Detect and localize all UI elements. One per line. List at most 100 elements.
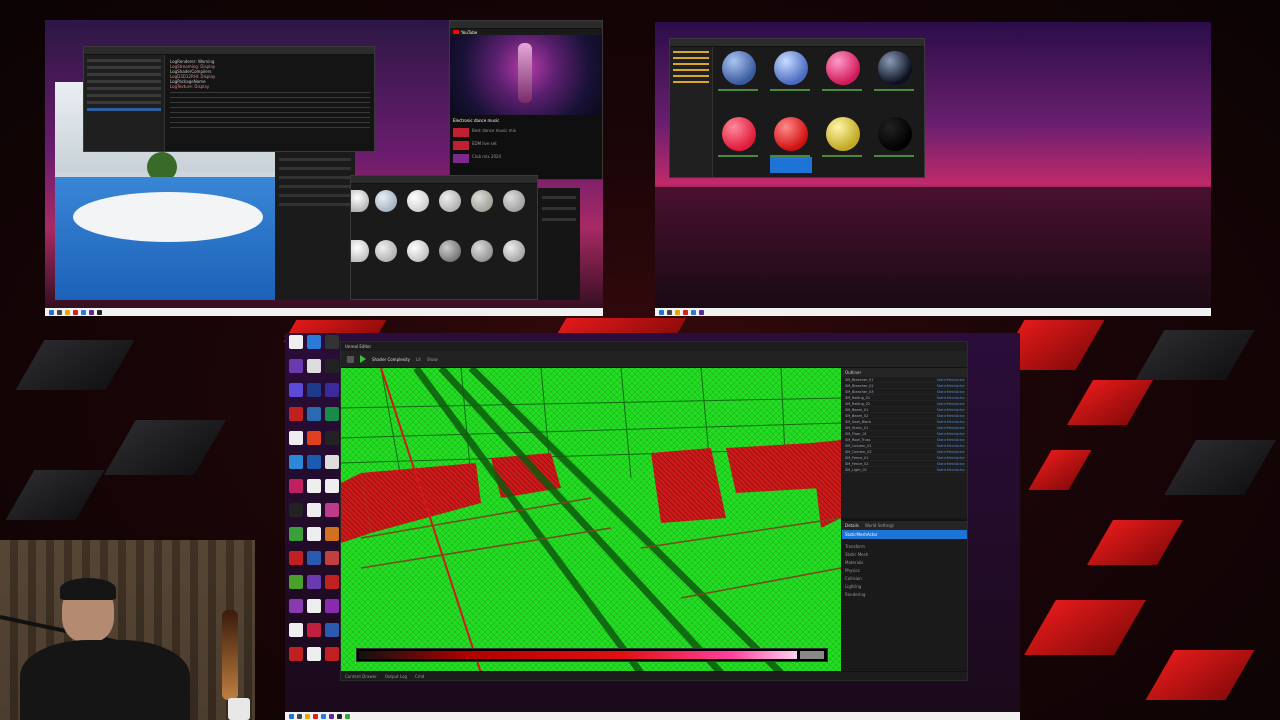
app-icon[interactable]: [691, 309, 696, 315]
output-log-button[interactable]: Output Log: [385, 674, 407, 679]
details-section[interactable]: Transform: [845, 544, 965, 549]
material-library-window[interactable]: [350, 175, 538, 300]
app-icon[interactable]: [73, 309, 78, 315]
file-icon[interactable]: [289, 335, 303, 349]
material-sphere[interactable]: [439, 190, 461, 212]
viewport[interactable]: [341, 368, 841, 673]
file-icon[interactable]: [307, 359, 321, 373]
search-icon[interactable]: [667, 309, 672, 315]
asset-sphere-yellow[interactable]: [826, 117, 860, 151]
app-icon[interactable]: [289, 359, 303, 373]
lit-dropdown[interactable]: Lit: [416, 357, 421, 362]
folder-icon[interactable]: [65, 309, 70, 315]
related-item[interactable]: Best dance music mix: [450, 126, 602, 139]
material-sphere[interactable]: [439, 240, 461, 262]
app-icon[interactable]: [325, 599, 339, 613]
material-sphere[interactable]: [351, 190, 369, 212]
file-icon[interactable]: [307, 527, 321, 541]
app-icon[interactable]: [325, 551, 339, 565]
browser-window[interactable]: YouTube Electronic dance music Best danc…: [449, 20, 603, 180]
folder-icon[interactable]: [305, 713, 310, 719]
play-icon[interactable]: [360, 355, 366, 363]
related-item[interactable]: EDM live set: [450, 139, 602, 152]
file-icon[interactable]: [289, 623, 303, 637]
material-sphere[interactable]: [503, 190, 525, 212]
material-sphere[interactable]: [503, 240, 525, 262]
app-icon[interactable]: [325, 623, 339, 637]
app-icon[interactable]: [289, 479, 303, 493]
details-section[interactable]: Physics: [845, 568, 965, 573]
material-sphere[interactable]: [407, 190, 429, 212]
details-section[interactable]: Rendering: [845, 592, 965, 597]
app-icon[interactable]: [325, 335, 339, 349]
file-icon[interactable]: [307, 647, 321, 661]
material-sphere[interactable]: [471, 190, 493, 212]
content-drawer-button[interactable]: Content Drawer: [345, 674, 377, 679]
app-icon[interactable]: [345, 713, 350, 719]
material-sphere[interactable]: [375, 240, 397, 262]
asset-sphere-blue[interactable]: [774, 51, 808, 85]
cmd-input[interactable]: Cmd: [415, 674, 424, 679]
outliner-row[interactable]: SM_Light_01 StaticMeshActor: [842, 467, 967, 473]
app-icon[interactable]: [313, 713, 318, 719]
file-icon[interactable]: [307, 479, 321, 493]
app-icon[interactable]: [325, 503, 339, 517]
app-icon[interactable]: [325, 575, 339, 589]
tab-details[interactable]: Details: [845, 523, 859, 528]
content-browser-window[interactable]: Content Browser: [669, 38, 925, 178]
app-icon[interactable]: [307, 383, 321, 397]
search-icon[interactable]: [57, 309, 62, 315]
app-icon[interactable]: [329, 713, 334, 719]
material-sphere[interactable]: [351, 240, 369, 262]
app-icon[interactable]: [683, 309, 688, 315]
start-icon[interactable]: [659, 309, 664, 315]
app-icon[interactable]: [307, 407, 321, 421]
unreal-icon[interactable]: [289, 503, 303, 517]
app-icon[interactable]: [307, 551, 321, 565]
folder-icon[interactable]: [675, 309, 680, 315]
view-mode-dropdown[interactable]: Shader Complexity: [372, 357, 410, 362]
app-icon[interactable]: [289, 407, 303, 421]
video-player[interactable]: [450, 35, 602, 115]
file-icon[interactable]: [325, 479, 339, 493]
app-icon[interactable]: [307, 575, 321, 589]
app-icon[interactable]: [325, 407, 339, 421]
app-icon[interactable]: [699, 309, 704, 315]
material-properties-window[interactable]: [275, 152, 355, 300]
app-icon[interactable]: [321, 713, 326, 719]
app-icon[interactable]: [307, 623, 321, 637]
file-icon[interactable]: [307, 503, 321, 517]
start-icon[interactable]: [49, 309, 54, 315]
file-icon[interactable]: [307, 599, 321, 613]
asset-sphere-red[interactable]: [722, 117, 756, 151]
app-icon[interactable]: [325, 359, 339, 373]
app-icon[interactable]: [307, 335, 321, 349]
details-section[interactable]: Materials: [845, 560, 965, 565]
unreal-icon[interactable]: [337, 713, 342, 719]
related-item[interactable]: Club mix 2024: [450, 152, 602, 165]
app-icon[interactable]: [97, 309, 102, 315]
details-section[interactable]: Static Mesh: [845, 552, 965, 557]
asset-sphere-red[interactable]: [774, 117, 808, 151]
recycle-bin-icon[interactable]: [325, 455, 339, 469]
app-icon[interactable]: [289, 527, 303, 541]
app-icon[interactable]: [325, 383, 339, 397]
app-icon[interactable]: [289, 551, 303, 565]
asset-sphere-pink[interactable]: [826, 51, 860, 85]
asset-sphere-blue[interactable]: [722, 51, 756, 85]
save-icon[interactable]: [347, 355, 354, 363]
search-icon[interactable]: [297, 713, 302, 719]
app-icon[interactable]: [81, 309, 86, 315]
details-section[interactable]: Collision: [845, 576, 965, 581]
chrome-icon[interactable]: [307, 431, 321, 445]
app-icon[interactable]: [289, 455, 303, 469]
app-icon[interactable]: [307, 455, 321, 469]
app-icon[interactable]: [89, 309, 94, 315]
asset-sphere-dark[interactable]: [878, 51, 912, 85]
console-window[interactable]: Console LogRenderer: Warning LogStreamin…: [83, 46, 375, 152]
unreal-editor-window[interactable]: Unreal Editor Shader Complexity Lit Show: [340, 341, 968, 681]
material-sphere[interactable]: [375, 190, 397, 212]
app-icon[interactable]: [289, 647, 303, 661]
tab-world-settings[interactable]: World Settings: [865, 523, 894, 528]
app-icon[interactable]: [289, 575, 303, 589]
